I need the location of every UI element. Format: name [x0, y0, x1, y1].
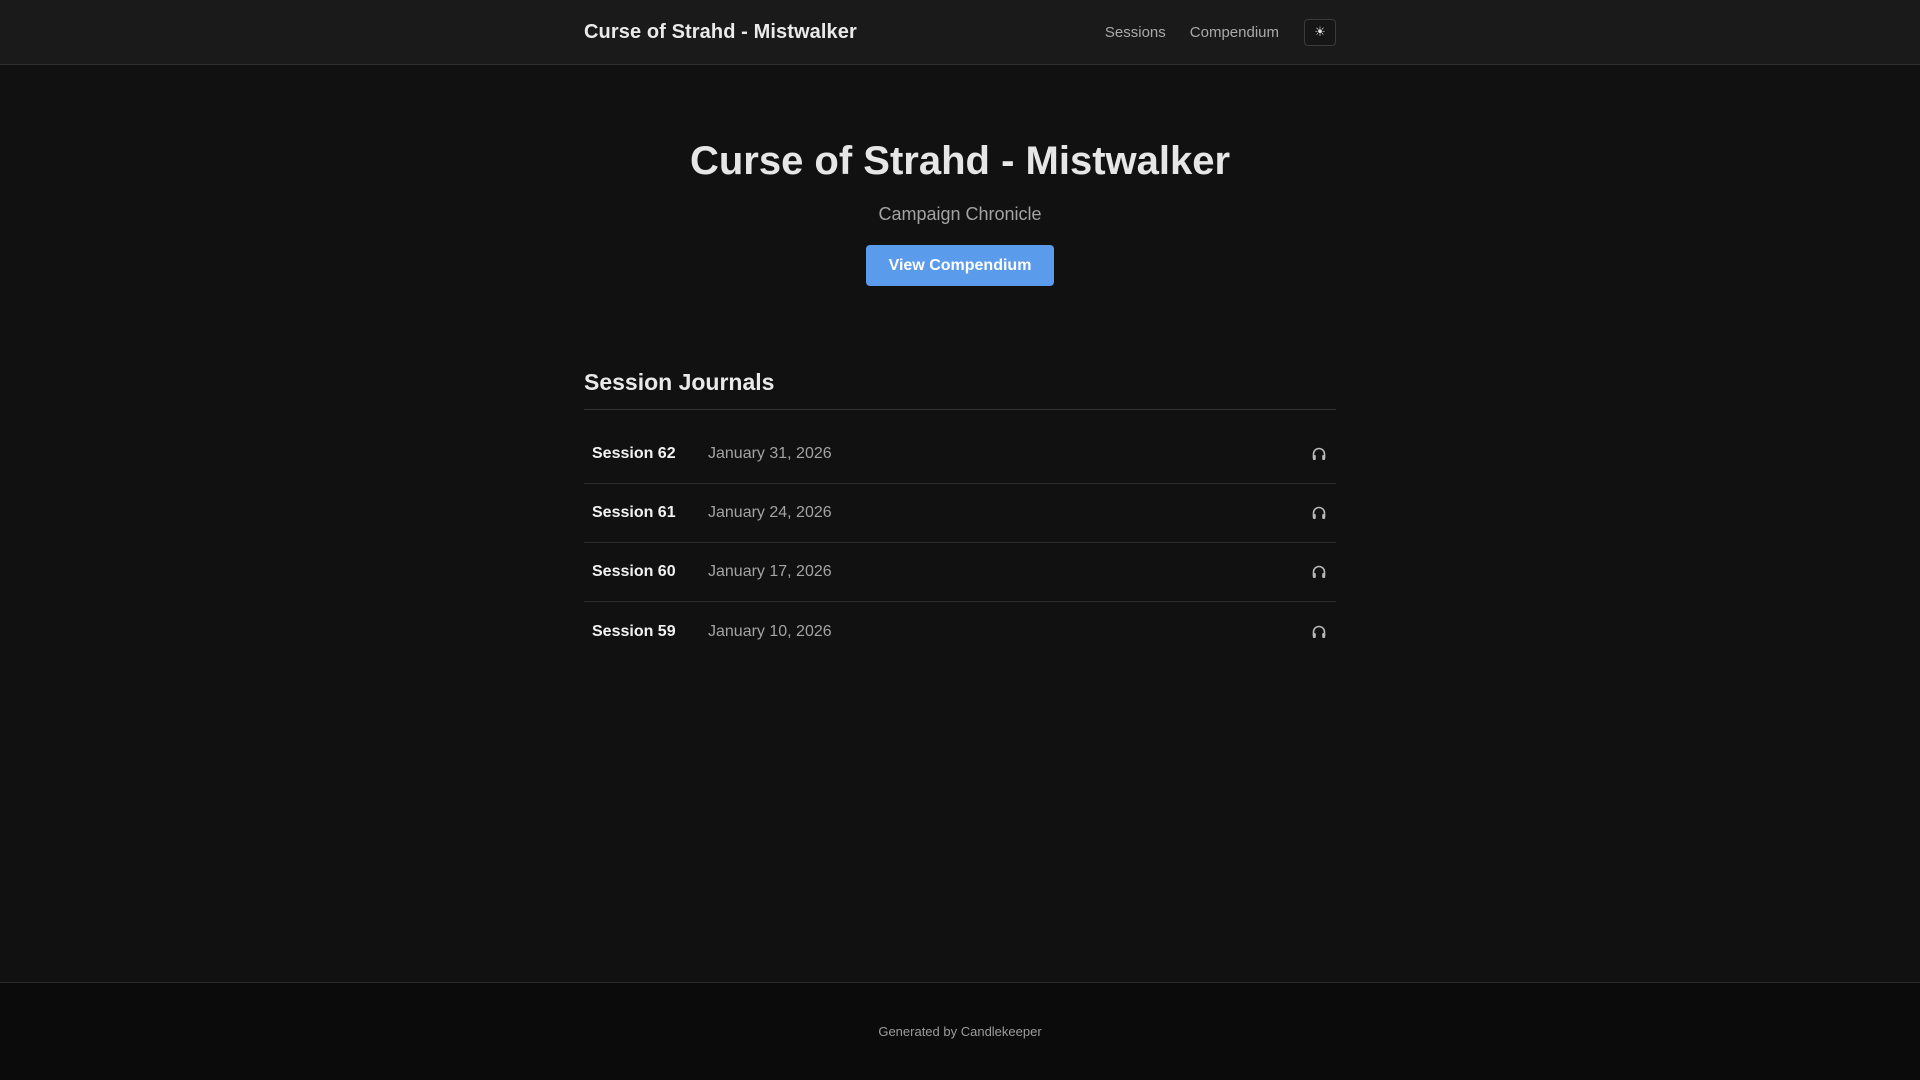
- session-date: January 10, 2026: [708, 622, 832, 640]
- session-name: Session 61: [592, 504, 676, 521]
- brand-link[interactable]: Curse of Strahd - Mistwalker: [584, 21, 857, 44]
- session-name: Session 62: [592, 445, 676, 462]
- top-navbar: Curse of Strahd - Mistwalker Sessions Co…: [0, 0, 1920, 65]
- session-date: January 24, 2026: [708, 504, 832, 521]
- session-journals-section: Session Journals Session 62 January 31, …: [584, 369, 1336, 661]
- session-name: Session 60: [592, 563, 676, 580]
- session-list: Session 62 January 31, 2026 Session 61 J…: [584, 425, 1336, 661]
- main-content: Curse of Strahd - Mistwalker Campaign Ch…: [0, 65, 1920, 982]
- headphones-icon[interactable]: [1310, 623, 1328, 641]
- sun-icon: ☀: [1314, 24, 1326, 39]
- page-subtitle: Campaign Chronicle: [878, 204, 1042, 224]
- page: Curse of Strahd - Mistwalker Sessions Co…: [0, 0, 1920, 1080]
- session-row[interactable]: Session 61 January 24, 2026: [584, 484, 1336, 543]
- session-row[interactable]: Session 62 January 31, 2026: [584, 425, 1336, 484]
- session-date: January 31, 2026: [708, 445, 832, 462]
- footer-text: Generated by Candlekeeper: [878, 1024, 1042, 1039]
- nav-link-sessions[interactable]: Sessions: [1105, 24, 1166, 41]
- footer: Generated by Candlekeeper: [0, 982, 1920, 1080]
- session-row[interactable]: Session 59 January 10, 2026: [584, 602, 1336, 661]
- headphones-icon[interactable]: [1310, 504, 1328, 522]
- session-row[interactable]: Session 60 January 17, 2026: [584, 543, 1336, 602]
- headphones-icon[interactable]: [1310, 445, 1328, 463]
- hero-section: Curse of Strahd - Mistwalker Campaign Ch…: [0, 65, 1920, 286]
- theme-toggle-button[interactable]: ☀: [1304, 18, 1336, 46]
- navbar-container: Curse of Strahd - Mistwalker Sessions Co…: [584, 0, 1336, 64]
- session-name: Session 59: [592, 622, 676, 640]
- session-date: January 17, 2026: [708, 563, 832, 580]
- nav-link-compendium[interactable]: Compendium: [1190, 24, 1279, 41]
- headphones-icon[interactable]: [1310, 563, 1328, 581]
- view-compendium-button[interactable]: View Compendium: [865, 245, 1055, 286]
- section-heading: Session Journals: [584, 369, 1336, 410]
- main-nav: Sessions Compendium ☀: [1081, 18, 1336, 46]
- page-title: Curse of Strahd - Mistwalker: [689, 139, 1231, 183]
